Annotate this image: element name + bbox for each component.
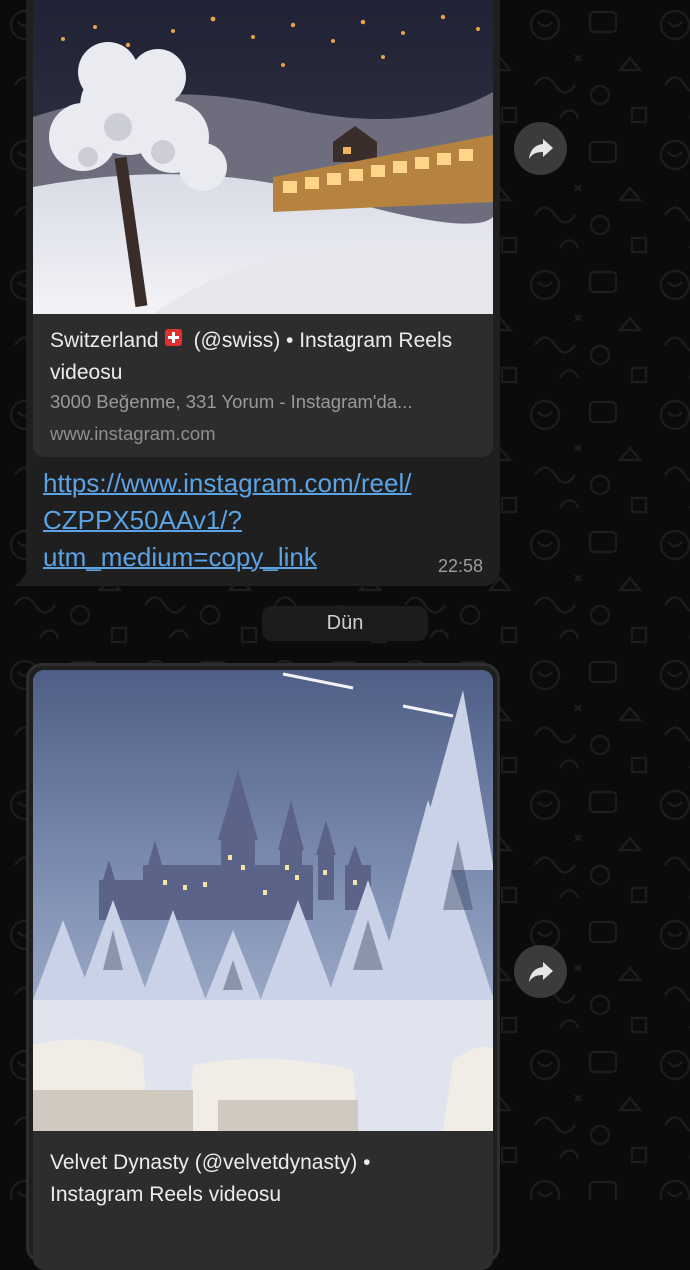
forward-button[interactable]: [514, 122, 567, 175]
swiss-flag-icon: [164, 329, 182, 346]
message-bubble[interactable]: Switzerland (@swiss) • Instagram Reels vi…: [14, 0, 500, 586]
preview-title: Velvet Dynasty (@velvetdynasty) • Instag…: [50, 1151, 371, 1206]
link-preview-card[interactable]: Switzerland (@swiss) • Instagram Reels vi…: [33, 0, 493, 457]
forward-button[interactable]: [514, 945, 567, 998]
preview-title-name: Switzerland: [50, 329, 159, 352]
preview-domain: www.instagram.com: [50, 423, 216, 444]
forward-arrow-icon: [528, 138, 553, 159]
date-divider: Dün: [262, 606, 428, 641]
message-bubble[interactable]: Velvet Dynasty (@velvetdynasty) • Instag…: [26, 663, 500, 1270]
link-line[interactable]: utm_medium=copy_link: [43, 539, 483, 576]
preview-thumbnail[interactable]: [33, 670, 493, 1131]
preview-thumbnail[interactable]: [33, 0, 493, 314]
bubble-tail: [14, 568, 28, 586]
preview-description: 3000 Beğenme, 331 Yorum - Instagram'da..…: [50, 391, 413, 412]
forward-arrow-icon: [528, 961, 553, 982]
link-preview-card[interactable]: Velvet Dynasty (@velvetdynasty) • Instag…: [33, 670, 493, 1270]
preview-title: Switzerland (@swiss) • Instagram Reels vi…: [50, 325, 467, 389]
message-time: 22:58: [437, 556, 483, 576]
link-line[interactable]: https://www.instagram.com/reel/: [43, 465, 483, 502]
message-link[interactable]: https://www.instagram.com/reel/ CZPPX50A…: [43, 465, 483, 576]
link-line[interactable]: CZPPX50AAv1/?: [43, 502, 483, 539]
